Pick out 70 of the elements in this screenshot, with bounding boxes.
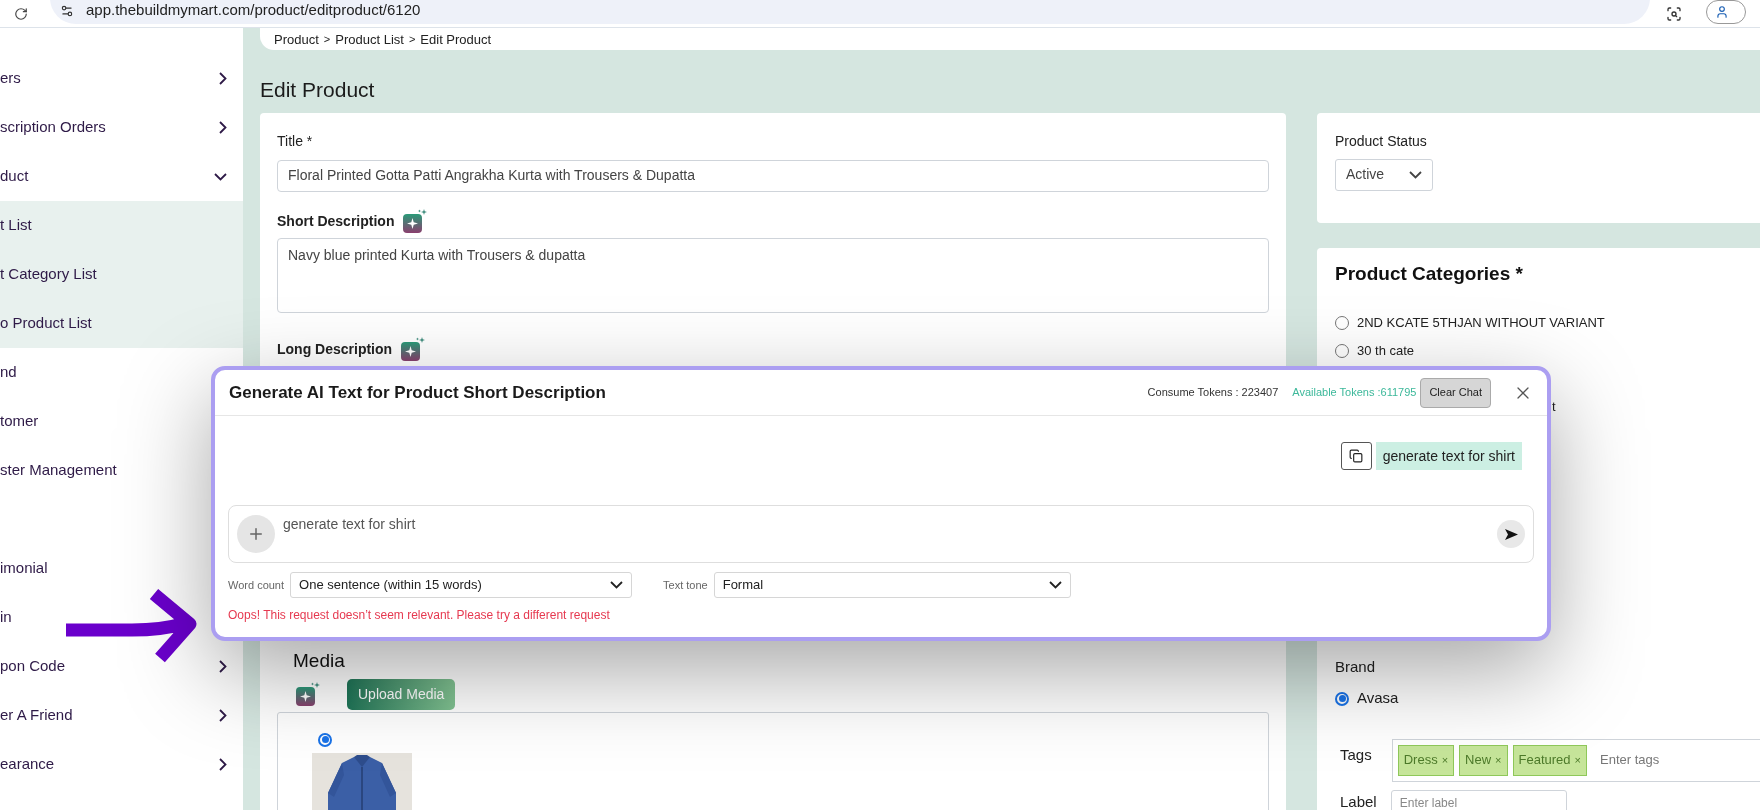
sidebar-item[interactable]: ers bbox=[0, 54, 243, 103]
breadcrumb-link[interactable]: Edit Product bbox=[420, 30, 492, 50]
field-label: Short Description bbox=[277, 211, 395, 231]
sidebar-item[interactable]: er A Friend bbox=[0, 691, 243, 740]
search-page-icon[interactable] bbox=[1666, 5, 1682, 22]
upload-media-button[interactable]: Upload Media bbox=[347, 678, 456, 710]
status-select[interactable]: Active bbox=[1335, 158, 1433, 191]
radio-button[interactable] bbox=[1335, 691, 1349, 706]
consume-tokens-text: Consume Tokens : 223407 bbox=[1147, 385, 1279, 401]
copy-button[interactable] bbox=[1340, 442, 1372, 470]
field-label: Label bbox=[1340, 792, 1377, 810]
label-field[interactable]: Enter label bbox=[1390, 789, 1567, 810]
send-icon bbox=[1504, 528, 1518, 540]
prompt-text: generate text for shirt bbox=[283, 515, 416, 534]
sidebar-item[interactable]: pon Code bbox=[0, 642, 243, 691]
category-label: 2ND KCATE 5THJAN WITHOUT VARIANT bbox=[1357, 313, 1605, 332]
available-tokens-text: Available Tokens :611795 bbox=[1292, 385, 1417, 401]
tag-chip[interactable]: Dress × bbox=[1397, 744, 1455, 776]
section-heading: Product Categories * bbox=[1335, 261, 1524, 286]
sidebar-item[interactable]: scription Orders bbox=[0, 103, 243, 152]
chevron-down-icon bbox=[1048, 581, 1062, 589]
site-info-icon[interactable] bbox=[60, 3, 74, 18]
ai-sparkle-icon[interactable] bbox=[295, 681, 321, 707]
add-button[interactable] bbox=[237, 515, 275, 553]
address-bar[interactable]: app.thebuildmymart.com/product/editproduct/6120 bbox=[50, 0, 1650, 24]
tag-chip[interactable]: New × bbox=[1459, 744, 1508, 776]
field-label: Word count bbox=[228, 577, 285, 593]
brand-label: Avasa bbox=[1357, 688, 1399, 709]
send-button[interactable] bbox=[1497, 520, 1525, 548]
url-text: app.thebuildmymart.com/product/editproduct/6120 bbox=[86, 0, 421, 21]
sidebar-item[interactable]: t List bbox=[0, 201, 243, 250]
short-description-field[interactable]: Navy blue printed Kurta with Trousers & dupatta bbox=[277, 237, 1269, 313]
sidebar-item[interactable]: duct bbox=[0, 152, 243, 201]
copy-icon bbox=[1349, 449, 1364, 463]
section-heading: Media bbox=[292, 648, 346, 673]
error-message: Oops! This request doesn’t seem relevant. Please try a different request bbox=[228, 607, 611, 624]
field-label: Title * bbox=[277, 131, 314, 151]
radio-button[interactable] bbox=[1335, 343, 1349, 358]
dialog-title: Generate AI Text for Product Short Description bbox=[229, 381, 606, 404]
field-label: Brand bbox=[1335, 656, 1377, 676]
radio-button[interactable] bbox=[318, 732, 332, 747]
sidebar-item[interactable]: earance bbox=[0, 740, 243, 789]
sidebar-item[interactable]: t Category List bbox=[0, 250, 243, 299]
page-title: Edit Product bbox=[260, 76, 376, 103]
chat-message: generate text for shirt bbox=[1375, 442, 1522, 470]
breadcrumb-separator: > bbox=[408, 32, 416, 47]
breadcrumb-link[interactable]: Product bbox=[274, 30, 319, 50]
clear-chat-button[interactable]: Clear Chat bbox=[1420, 377, 1491, 408]
tags-placeholder: Enter tags bbox=[1600, 751, 1660, 770]
user-icon bbox=[1715, 4, 1729, 19]
plus-icon bbox=[247, 525, 265, 543]
category-label: 30 th cate bbox=[1357, 341, 1415, 360]
chevron-down-icon bbox=[610, 581, 624, 589]
chevron-down-icon bbox=[1409, 170, 1422, 179]
breadcrumb-separator: > bbox=[323, 32, 331, 47]
tag-chip[interactable]: Featured × bbox=[1512, 744, 1587, 776]
field-label: Product Status bbox=[1335, 131, 1428, 151]
category-label: t bbox=[1552, 397, 1557, 416]
breadcrumb-link[interactable]: Product List bbox=[335, 30, 404, 50]
field-label: Tags bbox=[1340, 744, 1372, 765]
prompt-field[interactable]: generate text for shirt bbox=[228, 505, 1534, 563]
sidebar-item[interactable]: o Product List bbox=[0, 299, 243, 348]
word-count-select[interactable]: One sentence (within 15 words) bbox=[290, 572, 633, 598]
reload-icon[interactable] bbox=[14, 6, 28, 21]
field-label: Text tone bbox=[663, 577, 708, 593]
tags-field[interactable]: Dress × New × Featured × Enter tags bbox=[1391, 738, 1760, 782]
title-field[interactable]: Floral Printed Gotta Patti Angrakha Kurta with Trousers & Dupatta bbox=[277, 159, 1269, 192]
field-label: Long Description bbox=[277, 339, 393, 359]
text-tone-select[interactable]: Formal bbox=[713, 572, 1071, 598]
radio-button[interactable] bbox=[1335, 315, 1349, 330]
